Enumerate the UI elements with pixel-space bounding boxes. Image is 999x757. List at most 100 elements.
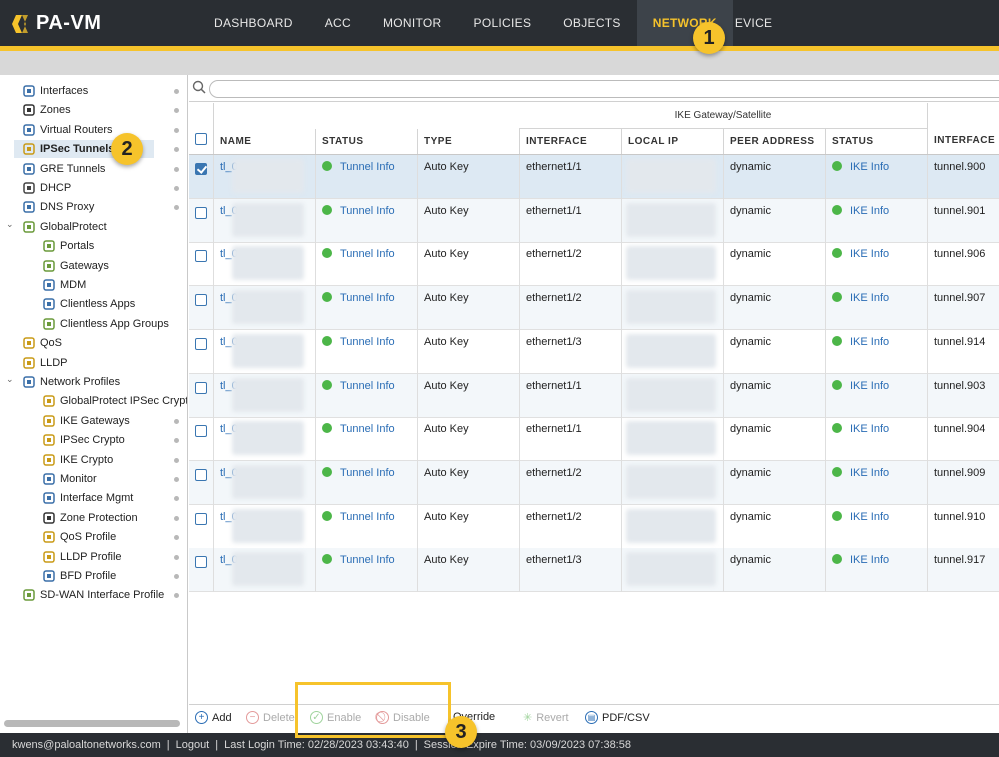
ike-info-link[interactable]: IKE Info	[850, 336, 889, 348]
sidebar-item-clientless-apps[interactable]: Clientless Apps	[42, 295, 135, 313]
table-row[interactable]: tl_0 Tunnel Info Auto Key ethernet1/3 dynami…	[189, 329, 999, 374]
nav-monitor[interactable]: MONITOR	[367, 0, 458, 46]
sidebar-item-zones[interactable]: Zones	[22, 101, 71, 119]
expand-toggle-icon[interactable]: ⌄	[6, 374, 16, 385]
sidebar-item-sd-wan-interface-profile[interactable]: SD-WAN Interface Profile	[22, 586, 164, 604]
row-checkbox[interactable]	[195, 425, 207, 438]
sidebar-item-ipsec-crypto[interactable]: IPSec Crypto	[42, 431, 125, 449]
row-checkbox[interactable]	[195, 206, 207, 219]
status-ok-icon	[832, 292, 842, 303]
search-icon[interactable]	[192, 80, 206, 97]
status-ok-icon	[322, 161, 332, 171]
sidebar-item-qos-profile[interactable]: QoS Profile	[42, 528, 116, 546]
sidebar-item-interfaces[interactable]: Interfaces	[22, 82, 88, 100]
tunnel-info-link[interactable]: Tunnel Info	[340, 336, 395, 348]
column-header-type[interactable]: TYPE	[418, 129, 520, 154]
row-checkbox[interactable]	[195, 294, 207, 307]
column-header-name[interactable]: NAME	[214, 129, 316, 154]
nav-objects[interactable]: OBJECTS	[547, 0, 636, 46]
sidebar-item-ike-gateways[interactable]: IKE Gateways	[42, 412, 130, 430]
nav-dashboard[interactable]: DASHBOARD	[198, 0, 309, 46]
sidebar-item-globalprotect[interactable]: GlobalProtect	[22, 218, 107, 236]
ike-info-link[interactable]: IKE Info	[850, 380, 889, 392]
sidebar-item-mdm[interactable]: MDM	[42, 276, 86, 294]
table-row[interactable]: tl_0 Tunnel Info Auto Key ethernet1/1 dynami…	[189, 417, 999, 462]
sidebar-item-label: LLDP	[40, 356, 68, 369]
row-checkbox[interactable]	[195, 556, 207, 569]
column-header-interface[interactable]: INTERFACE	[520, 129, 622, 154]
tunnel-info-link[interactable]: Tunnel Info	[340, 554, 395, 566]
sidebar-item-globalprotect-ipsec-crypto[interactable]: GlobalProtect IPSec Crypto	[42, 392, 187, 410]
ike-info-link[interactable]: IKE Info	[850, 554, 889, 566]
column-header-tunnel-interface[interactable]: INTERFACE	[928, 103, 999, 154]
tunnel-info-link[interactable]: Tunnel Info	[340, 380, 395, 392]
tunnel-info-link[interactable]: Tunnel Info	[340, 467, 395, 479]
tunnel-status-cell: Tunnel Info	[316, 242, 418, 287]
peer-address-cell: dynamic	[724, 417, 826, 462]
sidebar-scrollbar[interactable]	[4, 720, 180, 727]
table-row[interactable]: tl_0 Tunnel Info Auto Key ethernet1/1 dynami…	[189, 198, 999, 243]
row-checkbox[interactable]	[195, 250, 207, 263]
ike-info-link[interactable]: IKE Info	[850, 248, 889, 260]
row-checkbox[interactable]	[195, 468, 207, 481]
table-row[interactable]: tl_0 Tunnel Info Auto Key ethernet1/2 dynami…	[189, 460, 999, 505]
nav-policies[interactable]: POLICIES	[458, 0, 548, 46]
sidebar-item-dhcp[interactable]: DHCP	[22, 179, 71, 197]
column-header-status[interactable]: STATUS	[316, 129, 418, 154]
column-header-ike-status[interactable]: STATUS	[826, 129, 928, 154]
select-all-checkbox[interactable]	[195, 133, 207, 145]
tunnel-info-link[interactable]: Tunnel Info	[340, 248, 395, 260]
logout-link[interactable]: Logout	[176, 739, 210, 751]
tunnel-info-link[interactable]: Tunnel Info	[340, 423, 395, 435]
table-row[interactable]: tl_0 Tunnel Info Auto Key ethernet1/2 dynami…	[189, 242, 999, 287]
add-button[interactable]: + Add	[195, 711, 232, 724]
nav-acc[interactable]: ACC	[309, 0, 367, 46]
ike-info-link[interactable]: IKE Info	[850, 423, 889, 435]
ike-info-link[interactable]: IKE Info	[850, 161, 889, 173]
sidebar-item-bfd-profile[interactable]: BFD Profile	[42, 567, 116, 585]
globe-icon	[42, 239, 56, 253]
table-row[interactable]: tl_0 Tunnel Info Auto Key ethernet1/2 dynami…	[189, 286, 999, 331]
delete-button[interactable]: − Delete	[246, 711, 295, 724]
tunnel-info-link[interactable]: Tunnel Info	[340, 161, 395, 173]
sidebar-item-label: Zone Protection	[60, 511, 138, 524]
ike-info-link[interactable]: IKE Info	[850, 511, 889, 523]
sidebar-item-qos[interactable]: QoS	[22, 334, 62, 352]
tunnel-info-link[interactable]: Tunnel Info	[340, 292, 395, 304]
row-checkbox[interactable]	[195, 163, 207, 175]
sidebar-item-lldp-profile[interactable]: LLDP Profile	[42, 548, 122, 566]
row-checkbox[interactable]	[195, 381, 207, 394]
table-row[interactable]: tl_0 Tunnel Info Auto Key ethernet1/3 dynami…	[189, 548, 999, 593]
sidebar-item-clientless-app-groups[interactable]: Clientless App Groups	[42, 315, 169, 333]
revert-button[interactable]: ✳ Revert	[523, 711, 569, 725]
row-checkbox[interactable]	[195, 337, 207, 350]
tunnel-info-link[interactable]: Tunnel Info	[340, 511, 395, 523]
table-row[interactable]: tl_0 Tunnel Info Auto Key ethernet1/1 dynami…	[189, 155, 999, 199]
sidebar-item-monitor[interactable]: Monitor	[42, 470, 97, 488]
nav-device[interactable]: EVICE	[733, 0, 789, 46]
ike-info-link[interactable]: IKE Info	[850, 205, 889, 217]
ike-info-link[interactable]: IKE Info	[850, 467, 889, 479]
sidebar-item-gre-tunnels[interactable]: GRE Tunnels	[22, 160, 105, 178]
table-row[interactable]: tl_0 Tunnel Info Auto Key ethernet1/2 dynami…	[189, 504, 999, 549]
sidebar-item-virtual-routers[interactable]: Virtual Routers	[22, 121, 113, 139]
expand-toggle-icon[interactable]: ⌄	[6, 219, 16, 230]
search-input[interactable]	[209, 80, 999, 98]
sidebar-item-lldp[interactable]: LLDP	[22, 354, 68, 372]
column-header-peer-address[interactable]: PEER ADDRESS	[724, 129, 826, 154]
sidebar-item-zone-protection[interactable]: Zone Protection	[42, 509, 138, 527]
row-checkbox[interactable]	[195, 512, 207, 525]
sidebar-item-interface-mgmt[interactable]: Interface Mgmt	[42, 489, 133, 507]
ike-info-link[interactable]: IKE Info	[850, 292, 889, 304]
sidebar-item-portals[interactable]: Portals	[42, 237, 94, 255]
sidebar-item-gateways[interactable]: Gateways	[42, 257, 109, 275]
column-header-local-ip[interactable]: LOCAL IP	[622, 129, 724, 154]
ipsec-tunnels-table: IKE Gateway/Satellite NAME STATUS TYPE I…	[189, 103, 999, 703]
row-select-cell	[189, 548, 214, 593]
pdf-csv-button[interactable]: ▤ PDF/CSV	[585, 711, 650, 724]
sidebar-item-ike-crypto[interactable]: IKE Crypto	[42, 451, 113, 469]
tunnel-info-link[interactable]: Tunnel Info	[340, 205, 395, 217]
table-row[interactable]: tl_0 Tunnel Info Auto Key ethernet1/1 dynami…	[189, 373, 999, 418]
sidebar-item-network-profiles[interactable]: Network Profiles	[22, 373, 120, 391]
sidebar-item-dns-proxy[interactable]: DNS Proxy	[22, 198, 94, 216]
